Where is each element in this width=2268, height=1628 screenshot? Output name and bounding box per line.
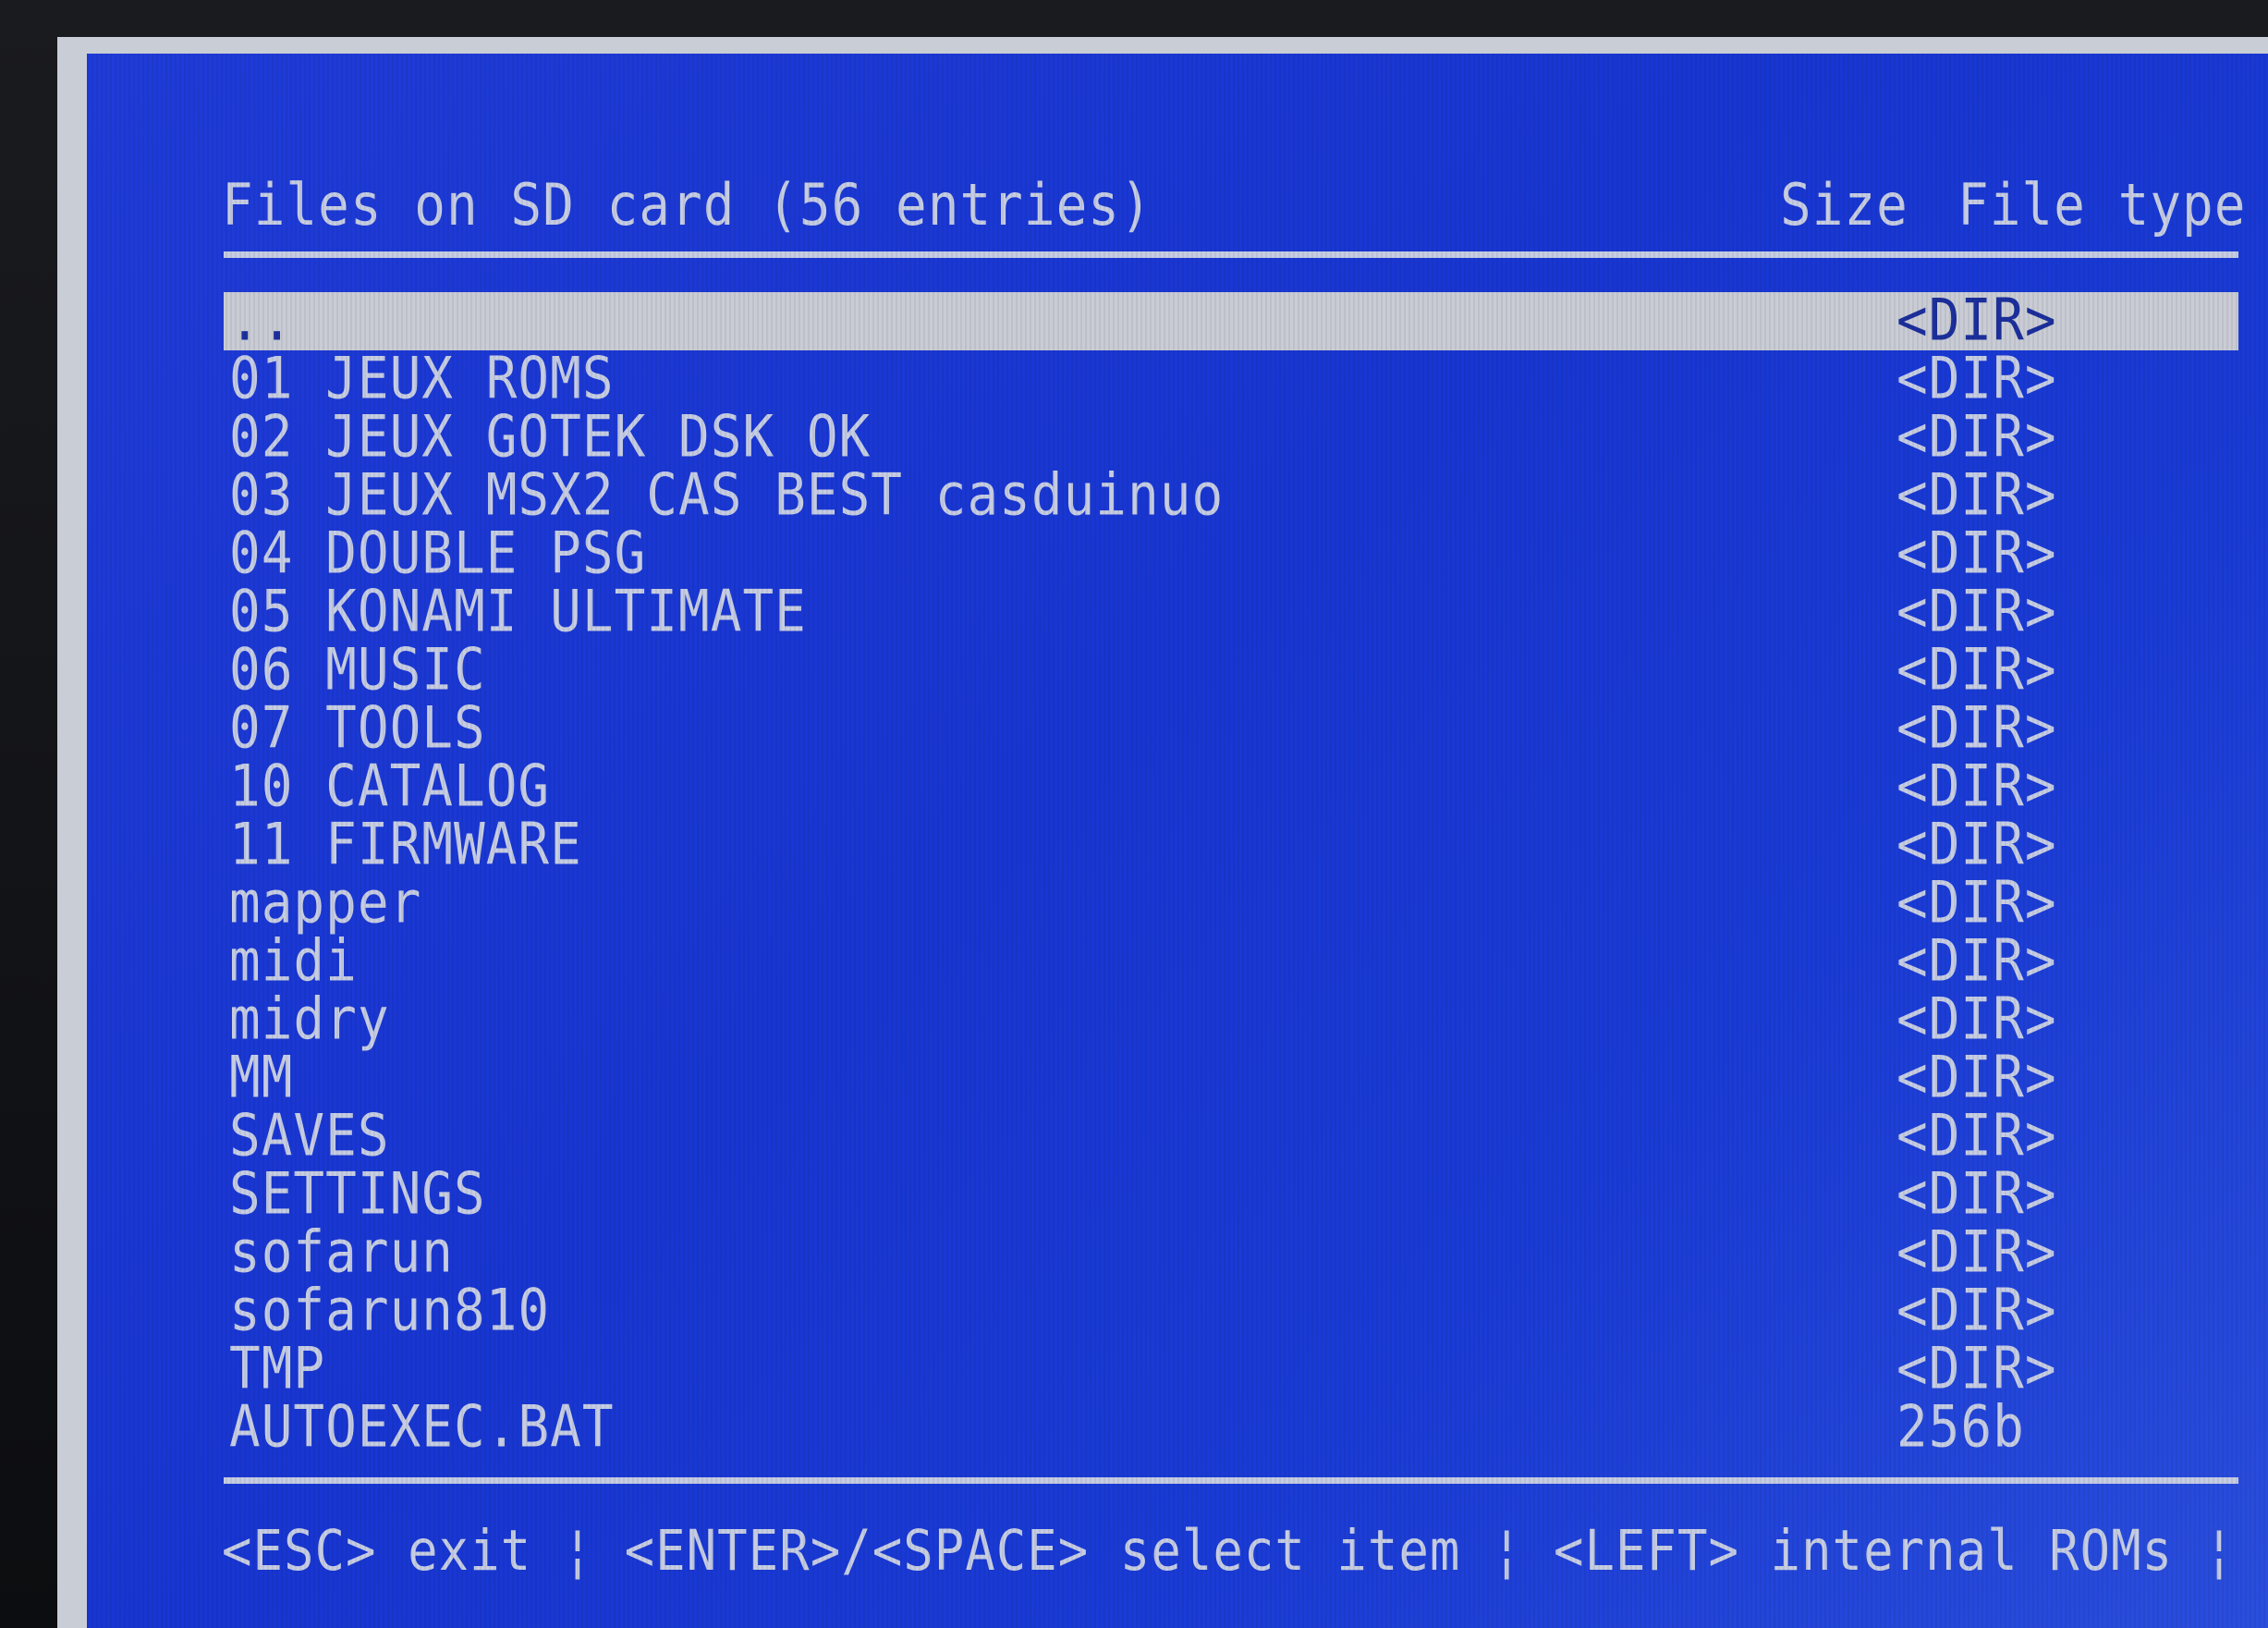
header-divider — [224, 251, 2238, 258]
file-list[interactable]: .. <DIR> 01 JEUX ROMS <DIR> 02 JEUX GOTEK DS… — [224, 287, 2238, 1462]
file-list-row[interactable]: mapper <DIR> — [224, 869, 2238, 937]
file-size: <DIR> — [1896, 403, 2057, 471]
file-list-row[interactable]: sofarun <DIR> — [224, 1218, 2238, 1287]
file-size: <DIR> — [1896, 985, 2057, 1054]
file-list-row[interactable]: 03 JEUX MSX2 CAS BEST casduinuo <DIR> — [224, 461, 2238, 530]
file-size: <DIR> — [1896, 694, 2057, 763]
file-name: 11 FIRMWARE — [229, 811, 582, 879]
file-name: sofarun810 — [229, 1277, 551, 1345]
file-list-row[interactable]: AUTOEXEC.BAT 256b — [224, 1393, 2238, 1462]
file-list-row[interactable]: 04 DOUBLE PSG <DIR> — [224, 520, 2238, 588]
file-name: midi — [229, 927, 358, 996]
file-name: .. — [229, 287, 294, 355]
file-list-row[interactable]: TMP <DIR> — [224, 1340, 2238, 1399]
file-size: <DIR> — [1896, 753, 2057, 821]
file-size: 256b — [1896, 1393, 2025, 1462]
file-list-row[interactable]: midi <DIR> — [224, 927, 2238, 996]
file-name: TMP — [229, 1335, 326, 1403]
footer-divider — [224, 1477, 2238, 1484]
file-list-row[interactable]: MM <DIR> — [224, 1044, 2238, 1112]
file-size: <DIR> — [1896, 1160, 2057, 1229]
file-list-row[interactable]: midry <DIR> — [224, 985, 2238, 1054]
file-size: <DIR> — [1896, 636, 2057, 704]
file-name: SAVES — [229, 1102, 390, 1170]
file-size: <DIR> — [1896, 461, 2057, 530]
file-name: 03 JEUX MSX2 CAS BEST casduinuo — [229, 461, 1225, 530]
file-list-row[interactable]: .. <DIR> — [224, 287, 2238, 355]
footer-help-bar: <ESC> exit ¦ <ENTER>/<SPACE> select item… — [222, 1518, 2268, 1584]
file-size: <DIR> — [1896, 1102, 2057, 1170]
file-name: 05 KONAMI ULTIMATE — [229, 578, 807, 646]
file-list-row[interactable]: SETTINGS <DIR> — [224, 1160, 2238, 1229]
file-list-row[interactable]: sofarun810 <DIR> — [224, 1277, 2238, 1345]
crt-screen: Files on SD card (56 entries) Size File … — [87, 54, 2268, 1628]
file-name: 04 DOUBLE PSG — [229, 520, 647, 588]
file-size: <DIR> — [1896, 578, 2057, 646]
file-name: sofarun — [229, 1218, 455, 1287]
file-list-row[interactable]: 10 CATALOG <DIR> — [224, 753, 2238, 821]
file-list-row[interactable]: 05 KONAMI ULTIMATE <DIR> — [224, 578, 2238, 646]
file-name: AUTOEXEC.BAT — [229, 1393, 615, 1462]
file-size: <DIR> — [1896, 1335, 2057, 1403]
file-size: <DIR> — [1896, 869, 2057, 937]
file-size: <DIR> — [1896, 1277, 2057, 1345]
column-header-size: Size — [1780, 172, 1908, 239]
file-size: <DIR> — [1896, 520, 2057, 588]
file-name: 07 TOOLS — [229, 694, 486, 763]
file-size: <DIR> — [1896, 287, 2057, 355]
file-size: <DIR> — [1896, 1218, 2057, 1287]
header-title: Files on SD card (56 entries) — [222, 172, 1152, 239]
file-name: 10 CATALOG — [229, 753, 551, 821]
file-list-row[interactable]: 02 JEUX GOTEK DSK OK <DIR> — [224, 403, 2238, 471]
file-name: 01 JEUX ROMS — [229, 345, 615, 413]
file-name: 06 MUSIC — [229, 636, 486, 704]
file-list-row[interactable]: SAVES <DIR> — [224, 1102, 2238, 1170]
file-size: <DIR> — [1896, 811, 2057, 879]
file-name: midry — [229, 985, 390, 1054]
column-header-file-type: File type — [1957, 172, 2247, 239]
file-size: <DIR> — [1896, 345, 2057, 413]
file-size: <DIR> — [1896, 1044, 2057, 1112]
file-list-row[interactable]: 07 TOOLS <DIR> — [224, 694, 2238, 763]
file-name: SETTINGS — [229, 1160, 486, 1229]
file-name: MM — [229, 1044, 294, 1112]
file-size: <DIR> — [1896, 927, 2057, 996]
file-list-row[interactable]: 11 FIRMWARE <DIR> — [224, 811, 2238, 879]
file-name: mapper — [229, 869, 422, 937]
file-list-row[interactable]: 01 JEUX ROMS <DIR> — [224, 345, 2238, 413]
file-name: 02 JEUX GOTEK DSK OK — [229, 403, 872, 471]
file-list-row[interactable]: 06 MUSIC <DIR> — [224, 636, 2238, 704]
